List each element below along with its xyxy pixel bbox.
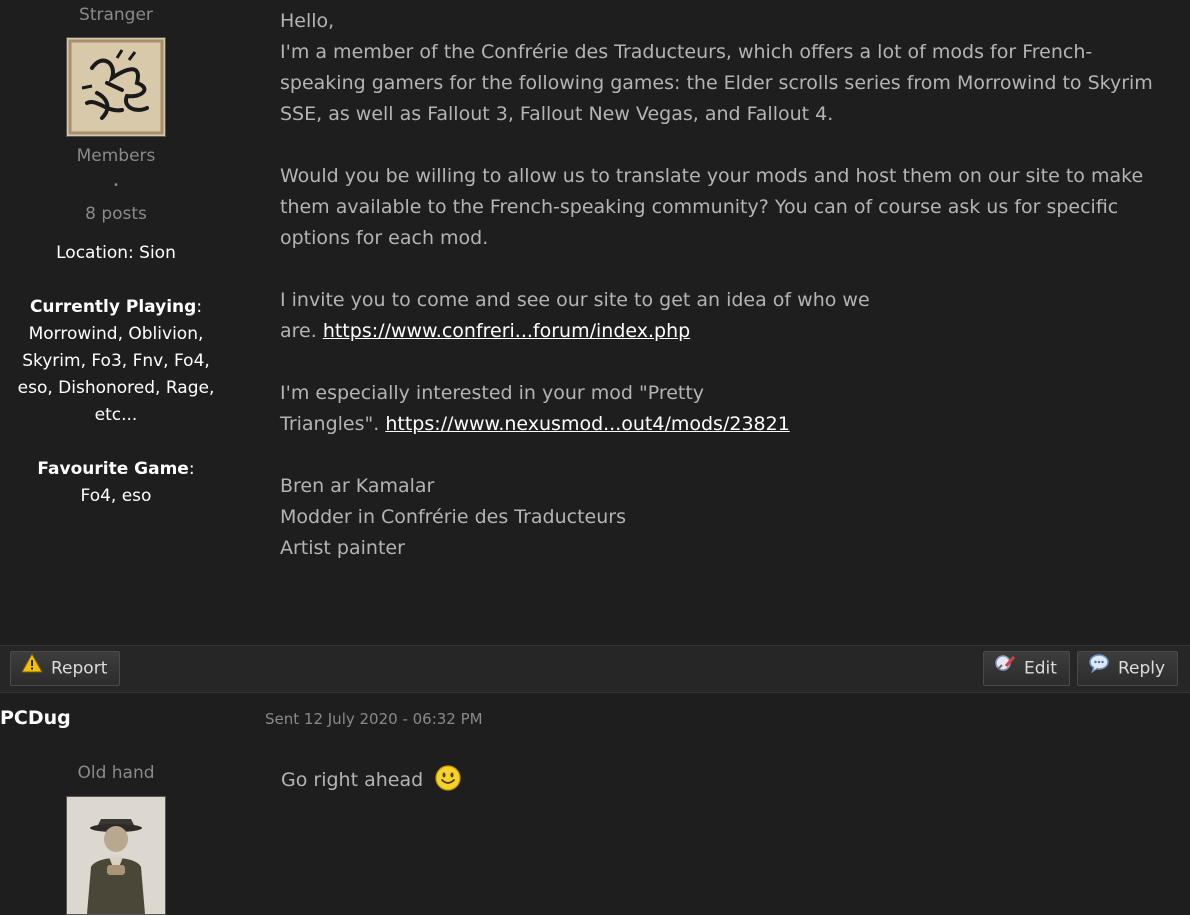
currently-playing: Currently Playing: Morrowind, Oblivion, … — [0, 294, 232, 429]
post-2: PCDug Sent 12 July 2020 - 06:32 PM Old h… — [0, 693, 1190, 915]
invite-text: I invite you to come and see our site to… — [280, 289, 870, 311]
paragraph-invite: I invite you to come and see our site to… — [280, 285, 1160, 347]
nexusmods-link[interactable]: https://www.nexusmod...out4/mods/23821 — [385, 413, 789, 435]
location: Location: Sion — [56, 243, 176, 263]
invite-prefix: are. — [280, 320, 323, 342]
separator-bullet: • — [113, 180, 119, 191]
post-text: Go right ahead — [281, 769, 424, 791]
post-date: Sent 12 July 2020 - 06:32 PM — [265, 710, 483, 728]
fav-value: Fo4, eso — [80, 486, 152, 506]
speech-bubble-icon — [1088, 652, 1110, 685]
avatar[interactable] — [0, 37, 232, 137]
signature-role: Modder in Confrérie des Traducteurs — [280, 506, 626, 528]
edit-label: Edit — [1024, 658, 1057, 679]
reply-label: Reply — [1118, 658, 1166, 679]
edit-icon — [994, 652, 1016, 685]
interest-prefix: Triangles". — [280, 413, 386, 435]
favourite-game: Favourite Game: Fo4, eso — [0, 456, 232, 510]
report-label: Report — [51, 658, 108, 679]
avatar-image[interactable] — [66, 37, 166, 137]
signature: Bren ar Kamalar Modder in Confrérie des … — [280, 471, 1160, 564]
reply-button[interactable]: Reply — [1077, 651, 1179, 686]
paragraph-interest: I'm especially interested in your mod "P… — [280, 378, 1160, 440]
paragraph-intro: I'm a member of the Confrérie des Traduc… — [280, 41, 1153, 125]
author-panel: Stranger Members • 8 posts Location: Sio… — [0, 0, 232, 510]
playing-value: Morrowind, Oblivion, Skyrim, Fo3, Fnv, F… — [17, 324, 215, 425]
post-count: 8 posts — [85, 204, 147, 224]
report-button[interactable]: Report — [10, 651, 121, 686]
paragraph-request: Would you be willing to allow us to tran… — [280, 165, 1144, 249]
location-value: Sion — [139, 243, 176, 263]
post-actions-bar: Report Edit Reply — [0, 645, 1190, 693]
smiley-icon — [435, 765, 461, 796]
signature-title: Artist painter — [280, 537, 405, 559]
interest-text: I'm especially interested in your mod "P… — [280, 382, 705, 404]
post-1: Stranger Members • 8 posts Location: Sio… — [0, 0, 1190, 645]
avatar[interactable] — [66, 796, 166, 915]
confrerie-link[interactable]: https://www.confreri...forum/index.php — [323, 320, 690, 342]
playing-label: Currently Playing — [29, 297, 197, 317]
warning-icon — [21, 652, 43, 685]
signature-name: Bren ar Kamalar — [280, 475, 435, 497]
post-body: Go right ahead — [281, 765, 461, 796]
member-title: Old hand — [77, 763, 155, 783]
member-title: Stranger — [79, 5, 153, 25]
member-group: Members — [76, 146, 156, 166]
fav-label: Favourite Game — [37, 459, 189, 479]
post-body: Hello, I'm a member of the Confrérie des… — [280, 6, 1160, 564]
edit-button[interactable]: Edit — [983, 651, 1070, 686]
location-label: Location — [56, 243, 129, 263]
greeting: Hello, — [280, 10, 335, 32]
author-name[interactable]: PCDug — [0, 707, 71, 729]
